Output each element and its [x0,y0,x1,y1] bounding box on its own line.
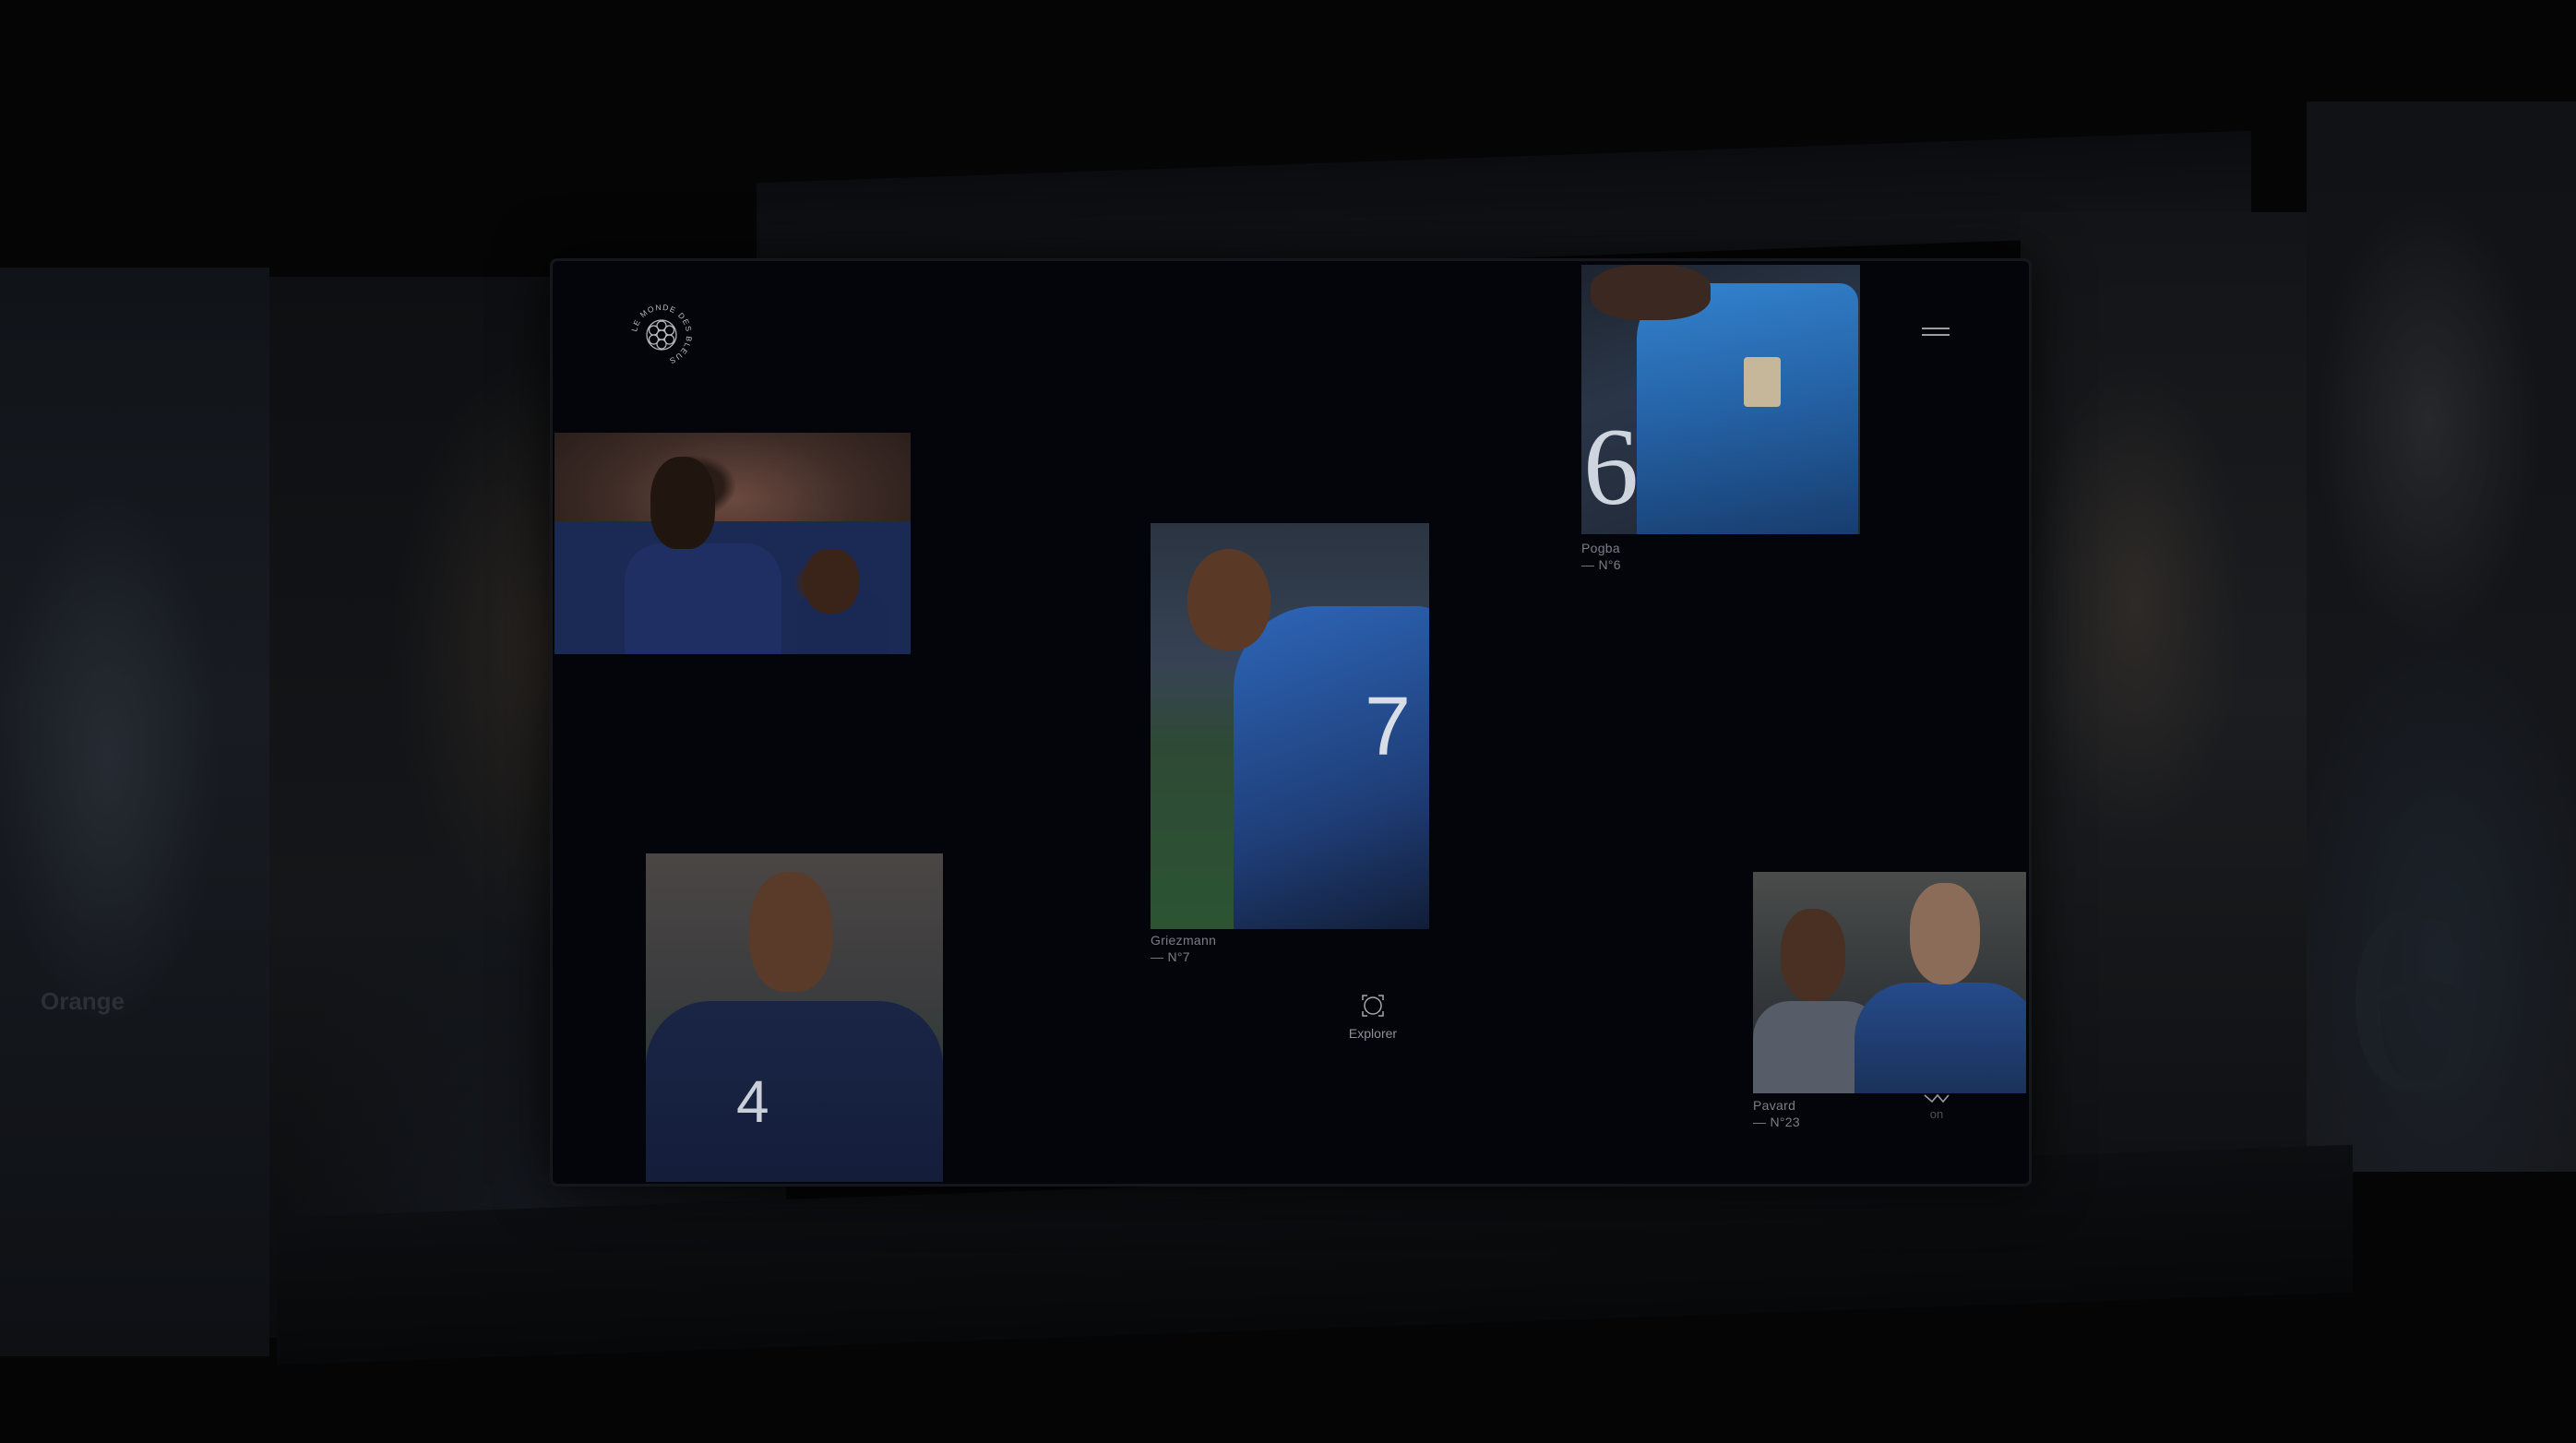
photo-detail [650,457,715,549]
background-photo-right [2021,212,2307,1190]
photo-detail [646,1001,943,1182]
player-name: Griezmann [1151,933,1217,948]
player-caption-pogba[interactable]: Pogba — N°6 [1581,540,1621,573]
explorer-button[interactable]: Explorer [1331,992,1414,1042]
hamburger-icon-line [1922,334,1950,336]
background-photo-far-right: 6 [2307,101,2576,1172]
player-name: Pavard [1753,1098,1796,1113]
sound-toggle[interactable]: on [1918,1091,1955,1128]
player-photo-griezmann[interactable]: 7 [1151,523,1429,929]
photo-detail [1187,549,1270,650]
photo-detail [1910,883,1980,984]
hamburger-icon [1922,328,1950,329]
player-photo-pogba[interactable]: 6 [1581,265,1860,534]
photo-detail [1591,265,1711,320]
photo-detail [804,549,859,614]
explorer-label: Explorer [1348,1026,1398,1041]
background-jersey-number: 6 [2343,843,2482,1150]
player-photo-varane[interactable]: 4 [646,853,943,1182]
player-caption-pavard[interactable]: Pavard — N°23 [1753,1097,1800,1130]
photo-detail: 4 [736,1068,769,1135]
photo-detail: 7 [1365,681,1412,773]
player-number: — N°23 [1753,1115,1800,1129]
player-photo-pavard[interactable] [1753,872,2026,1093]
explore-focus-icon [1362,995,1384,1017]
main-window: LE MONDE DES BLEUS 7 Griezmann — N°7 6 P… [550,258,2032,1187]
player-number: — N°6 [1581,557,1621,572]
logo-emblem-icon: LE MONDE DES BLEUS [629,303,694,366]
player-caption-griezmann[interactable]: Griezmann — N°7 [1151,932,1216,965]
site-logo[interactable]: LE MONDE DES BLEUS [628,302,695,368]
player-name: Pogba [1581,541,1620,555]
sound-toggle-label: on [1929,1107,1944,1121]
photo-detail [625,543,781,654]
background-sponsor-text: Orange [41,987,125,1015]
photo-detail [1744,357,1781,407]
background-photo-left: Orange [0,268,269,1356]
photo-detail [1637,283,1858,534]
svg-text:LE MONDE DES BLEUS: LE MONDE DES BLEUS [629,303,694,366]
player-number: — N°7 [1151,949,1190,964]
photo-detail: 6 [1583,405,1639,528]
sound-wave-icon [1924,1093,1950,1103]
photo-detail [749,872,832,992]
photo-detail [1781,909,1845,1001]
photo-detail [1854,983,2026,1093]
menu-button[interactable] [1922,328,1950,340]
player-photo-kante[interactable] [555,433,911,654]
